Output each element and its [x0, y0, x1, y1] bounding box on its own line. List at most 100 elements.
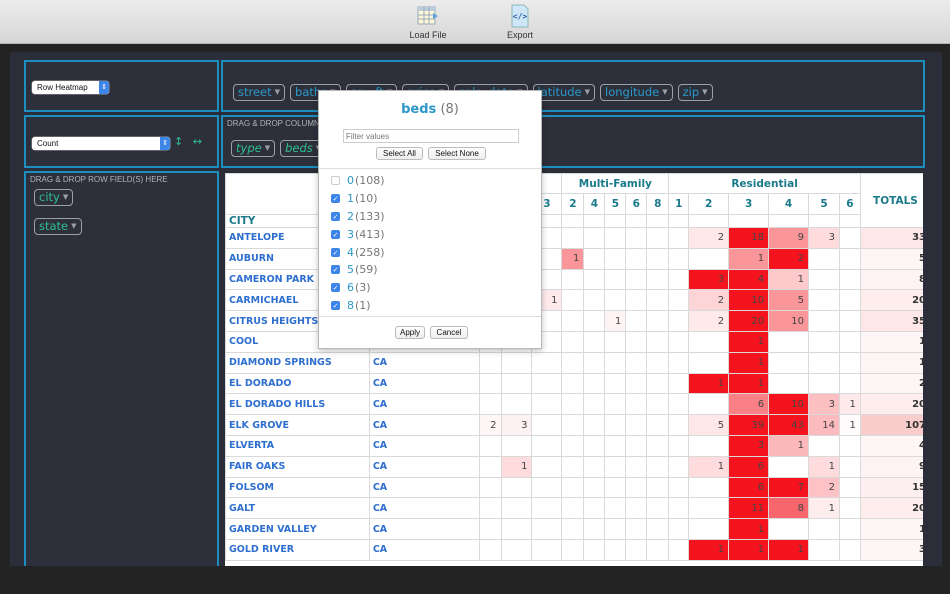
filter-option[interactable]: ✓ 1 (10) [331, 190, 385, 208]
value-cell[interactable]: 3 [500, 414, 533, 436]
filter-option[interactable]: ✓ 8 (1) [331, 297, 385, 315]
value-cell[interactable] [604, 351, 627, 374]
value-cell[interactable]: 1 [604, 310, 627, 332]
value-cell[interactable]: 1 [768, 434, 809, 457]
value-cell[interactable] [561, 268, 585, 291]
row-label-city[interactable]: EL DORADO [225, 372, 370, 395]
value-cell[interactable]: 11 [728, 497, 770, 520]
value-cell[interactable] [604, 476, 627, 499]
dropdown-triangle-icon[interactable]: ▼ [702, 88, 707, 96]
value-cell[interactable] [646, 455, 670, 478]
value-cell[interactable] [604, 330, 627, 353]
value-cell[interactable] [668, 538, 690, 561]
value-cell[interactable] [604, 247, 627, 270]
value-cell[interactable] [838, 310, 861, 332]
beds-column-header[interactable]: 5 [808, 193, 840, 215]
value-cell[interactable] [668, 393, 690, 416]
value-cell[interactable] [478, 393, 502, 416]
row-total-cell[interactable]: 1 [859, 351, 923, 374]
value-cell[interactable] [838, 538, 861, 561]
value-cell[interactable]: 43 [768, 414, 809, 436]
value-cell[interactable] [604, 538, 627, 561]
value-cell[interactable] [604, 414, 627, 436]
row-label-city[interactable]: FAIR OAKS [225, 455, 370, 478]
col-order-icon[interactable]: ↔ [193, 135, 202, 148]
value-cell[interactable] [625, 289, 648, 312]
value-cell[interactable] [646, 476, 670, 499]
value-cell[interactable]: 1 [768, 538, 809, 561]
value-cell[interactable]: 5 [768, 289, 809, 312]
value-cell[interactable] [625, 310, 648, 332]
value-cell[interactable] [604, 497, 627, 520]
value-cell[interactable] [808, 434, 840, 457]
row-label-city[interactable]: FOLSOM [225, 476, 370, 499]
value-cell[interactable] [531, 414, 563, 436]
export-button[interactable]: </> Export [490, 4, 550, 40]
value-cell[interactable] [583, 268, 606, 291]
value-cell[interactable] [768, 330, 809, 353]
beds-column-header[interactable]: 4 [768, 193, 809, 215]
beds-column-header[interactable]: 3 [728, 193, 770, 215]
value-cell[interactable] [478, 518, 502, 540]
value-cell[interactable]: 18 [728, 227, 770, 249]
row-total-cell[interactable]: 33 [859, 227, 923, 249]
row-label-city[interactable]: GALT [225, 497, 370, 520]
value-cell[interactable] [668, 351, 690, 374]
value-cell[interactable] [531, 455, 563, 478]
value-cell[interactable] [500, 434, 533, 457]
value-cell[interactable] [838, 330, 861, 353]
value-cell[interactable] [583, 310, 606, 332]
dropdown-triangle-icon[interactable]: ▼ [71, 222, 76, 230]
checkbox[interactable]: ✓ [331, 194, 340, 204]
value-cell[interactable] [561, 518, 585, 540]
value-cell[interactable] [688, 476, 730, 499]
value-cell[interactable] [625, 268, 648, 291]
field-pill-street[interactable]: street ▼ [233, 84, 286, 101]
checkbox[interactable] [331, 176, 340, 186]
row-label-state[interactable]: CA [368, 372, 480, 395]
beds-column-header[interactable]: 6 [625, 193, 648, 215]
value-cell[interactable] [478, 476, 502, 499]
value-cell[interactable] [646, 372, 670, 395]
row-total-cell[interactable]: 35 [859, 310, 923, 332]
value-cell[interactable] [604, 455, 627, 478]
value-cell[interactable] [583, 434, 606, 457]
filter-option[interactable]: ✓ 3 (413) [331, 225, 385, 243]
value-cell[interactable] [561, 393, 585, 416]
value-cell[interactable]: 1 [768, 268, 809, 291]
load-file-button[interactable]: Load File [398, 4, 458, 40]
row-total-cell[interactable]: 20 [859, 393, 923, 416]
value-cell[interactable] [646, 227, 670, 249]
value-cell[interactable] [531, 393, 563, 416]
value-cell[interactable] [646, 518, 670, 540]
value-cell[interactable] [604, 268, 627, 291]
beds-column-header[interactable]: 5 [604, 193, 627, 215]
value-cell[interactable] [768, 518, 809, 540]
dropdown-triangle-icon[interactable]: ▼ [265, 144, 270, 152]
row-label-state[interactable]: CA [368, 538, 480, 561]
value-cell[interactable]: 1 [728, 518, 770, 540]
value-cell[interactable]: 1 [728, 351, 770, 374]
value-cell[interactable] [604, 227, 627, 249]
value-cell[interactable]: 2 [688, 289, 730, 312]
value-cell[interactable]: 39 [728, 414, 770, 436]
value-cell[interactable] [668, 330, 690, 353]
value-cell[interactable] [583, 455, 606, 478]
value-cell[interactable]: 2 [688, 310, 730, 332]
value-cell[interactable] [688, 247, 730, 270]
value-cell[interactable] [561, 455, 585, 478]
value-cell[interactable] [561, 434, 585, 457]
value-cell[interactable]: 6 [728, 393, 770, 416]
value-cell[interactable] [583, 372, 606, 395]
value-cell[interactable] [500, 372, 533, 395]
value-cell[interactable] [646, 268, 670, 291]
value-cell[interactable] [625, 227, 648, 249]
value-cell[interactable]: 3 [808, 227, 840, 249]
select-none-button[interactable]: Select None [428, 147, 486, 160]
value-cell[interactable] [668, 497, 690, 520]
filter-option[interactable]: ✓ 6 (3) [331, 279, 385, 297]
value-cell[interactable] [646, 434, 670, 457]
checkbox[interactable]: ✓ [331, 265, 340, 275]
value-cell[interactable]: 10 [728, 289, 770, 312]
value-cell[interactable] [668, 518, 690, 540]
